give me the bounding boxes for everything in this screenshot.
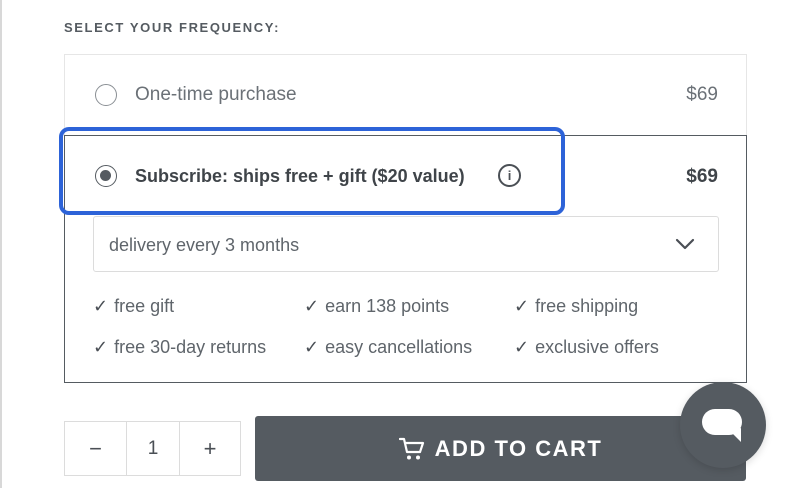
one-time-radio[interactable] (95, 84, 117, 106)
check-icon: ✓ (514, 337, 530, 357)
perk-item: ✓ easy cancellations (304, 337, 473, 357)
check-icon: ✓ (304, 296, 320, 316)
add-to-cart-label: ADD TO CART (434, 435, 603, 461)
quantity-stepper: − 1 + (64, 421, 241, 476)
check-icon: ✓ (93, 296, 109, 316)
divider (0, 0, 2, 488)
perk-item: ✓ exclusive offers (514, 337, 659, 357)
check-icon: ✓ (93, 337, 109, 357)
delivery-frequency-select[interactable]: delivery every 3 months (93, 216, 719, 272)
subscribe-price: $69 (686, 166, 718, 187)
delivery-frequency-value: delivery every 3 months (109, 235, 300, 255)
chat-bubble-icon (702, 409, 742, 442)
increase-quantity-button[interactable]: + (180, 422, 240, 475)
cart-icon (398, 437, 424, 459)
check-icon: ✓ (304, 337, 320, 357)
purchase-options-panel: SELECT YOUR FREQUENCY: One-time purchase… (0, 0, 786, 488)
check-icon: ✓ (514, 296, 530, 316)
perk-item: ✓ free 30-day returns (93, 337, 267, 357)
perk-item: ✓ free gift (93, 296, 175, 316)
perk-item: ✓ earn 138 points (304, 296, 450, 316)
decrease-quantity-button[interactable]: − (65, 422, 127, 475)
frequency-heading: SELECT YOUR FREQUENCY: (64, 20, 281, 35)
one-time-purchase-option[interactable]: One-time purchase $69 (64, 54, 747, 136)
add-to-cart-button[interactable]: ADD TO CART (255, 416, 746, 481)
chat-launcher-button[interactable] (680, 382, 766, 468)
one-time-price: $69 (686, 84, 718, 105)
chevron-down-icon (675, 238, 695, 250)
one-time-label: One-time purchase (135, 84, 297, 105)
selection-highlight (59, 127, 565, 215)
perk-item: ✓ free shipping (514, 296, 639, 316)
quantity-input[interactable]: 1 (127, 422, 180, 475)
